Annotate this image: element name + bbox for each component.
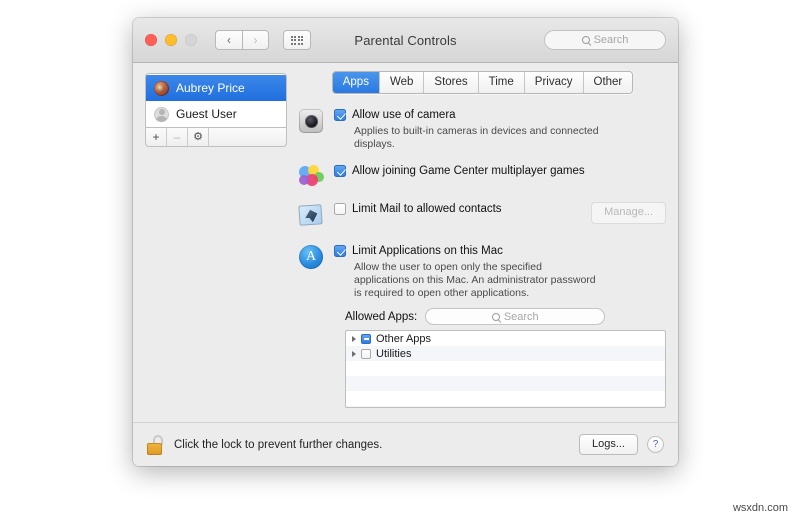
lock-icon[interactable]	[147, 434, 164, 455]
option-description: Allow the user to open only the specifie…	[354, 261, 596, 300]
watermark: wsxdn.com	[732, 502, 788, 514]
logs-button[interactable]: Logs...	[578, 433, 638, 456]
list-item[interactable]: Utilities	[346, 346, 665, 362]
window-content: Aubrey Price Guest User + – ⚙ Apps Web S…	[133, 63, 678, 422]
allowed-apps-search-input[interactable]: Search	[425, 308, 606, 326]
checkbox-game-center[interactable]	[334, 165, 346, 178]
user-name: Aubrey Price	[176, 81, 245, 95]
list-row-empty	[346, 391, 665, 406]
main-pane: Apps Web Stores Time Privacy Other Allow…	[287, 71, 666, 422]
navigation-buttons: ‹ ›	[215, 30, 269, 50]
manage-button[interactable]: Manage...	[591, 202, 666, 224]
app-store-icon: A	[299, 244, 326, 300]
grid-icon	[290, 35, 304, 45]
option-description: Applies to built-in cameras in devices a…	[354, 125, 599, 151]
search-placeholder: Search	[503, 310, 539, 323]
sidebar-footer: + – ⚙	[145, 127, 287, 147]
help-button[interactable]: ?	[647, 435, 664, 453]
camera-icon	[299, 108, 326, 151]
search-placeholder: Search	[593, 34, 629, 46]
sidebar-item-aubrey-price[interactable]: Aubrey Price	[146, 75, 286, 101]
option-row-game-center: Allow joining Game Center multiplayer ga…	[299, 164, 666, 189]
checkbox-other-apps[interactable]	[361, 333, 371, 344]
avatar	[154, 106, 169, 122]
option-row-mail: Limit Mail to allowed contacts Manage...	[298, 202, 666, 231]
list-row-empty	[346, 376, 665, 392]
user-list: Aubrey Price Guest User	[145, 73, 287, 127]
tab-bar: Apps Web Stores Time Privacy Other	[299, 71, 666, 95]
option-label: Allow joining Game Center multiplayer ga…	[352, 165, 585, 178]
tab-stores[interactable]: Stores	[424, 72, 479, 94]
option-row-camera: Allow use of camera Applies to built-in …	[299, 108, 666, 151]
allowed-apps-label: Allowed Apps:	[345, 310, 418, 323]
chevron-right-icon[interactable]	[352, 350, 356, 357]
checkbox-limit-mail[interactable]	[334, 203, 346, 216]
checkbox-allow-camera[interactable]	[334, 109, 346, 122]
list-row-empty	[346, 361, 665, 376]
option-label: Limit Mail to allowed contacts	[352, 203, 502, 216]
tab-apps[interactable]: Apps	[332, 72, 380, 94]
minimize-button[interactable]	[165, 34, 177, 46]
add-user-button[interactable]: +	[146, 128, 167, 146]
parental-controls-window: ‹ › Parental Controls Search Aubrey Pric…	[133, 18, 678, 466]
list-item[interactable]: Other Apps	[346, 331, 665, 346]
lock-message: Click the lock to prevent further change…	[174, 438, 383, 451]
allowed-apps-header: Allowed Apps: Search	[345, 308, 666, 326]
remove-user-button[interactable]: –	[167, 128, 188, 146]
game-center-icon	[299, 164, 326, 189]
show-all-button[interactable]	[283, 30, 311, 50]
tab-web[interactable]: Web	[379, 72, 425, 94]
list-item-label: Other Apps	[376, 332, 432, 345]
sidebar: Aubrey Price Guest User + – ⚙	[145, 73, 287, 422]
search-icon	[581, 36, 590, 44]
checkbox-limit-applications[interactable]	[334, 245, 346, 258]
close-button[interactable]	[145, 34, 157, 46]
footer-actions: Logs... ?	[578, 433, 664, 456]
mail-icon	[298, 202, 326, 231]
search-icon	[491, 312, 500, 321]
traffic-lights	[145, 34, 197, 46]
tab-privacy[interactable]: Privacy	[524, 72, 584, 94]
back-button[interactable]: ‹	[215, 30, 242, 50]
footer-bar: Click the lock to prevent further change…	[133, 422, 678, 466]
sidebar-item-guest-user[interactable]: Guest User	[146, 101, 286, 127]
tab-other[interactable]: Other	[583, 72, 633, 94]
user-name: Guest User	[176, 107, 237, 121]
option-label: Allow use of camera	[352, 109, 456, 122]
zoom-button	[185, 34, 197, 46]
chevron-right-icon[interactable]	[352, 335, 356, 342]
list-item-label: Utilities	[376, 347, 412, 360]
gear-icon[interactable]: ⚙	[188, 128, 209, 146]
list-row-empty	[346, 406, 665, 408]
forward-button[interactable]: ›	[242, 30, 269, 50]
title-bar: ‹ › Parental Controls Search	[133, 18, 678, 63]
tab-time[interactable]: Time	[478, 72, 525, 94]
checkbox-utilities[interactable]	[361, 348, 371, 359]
allowed-apps-list[interactable]: Other Apps Utilities	[345, 330, 666, 409]
avatar	[154, 80, 169, 96]
user-list-box: Aubrey Price Guest User	[145, 73, 287, 127]
option-row-limit-applications: A Limit Applications on this Mac Allow t…	[299, 244, 666, 300]
option-label: Limit Applications on this Mac	[352, 245, 503, 258]
search-input[interactable]: Search	[544, 30, 666, 50]
